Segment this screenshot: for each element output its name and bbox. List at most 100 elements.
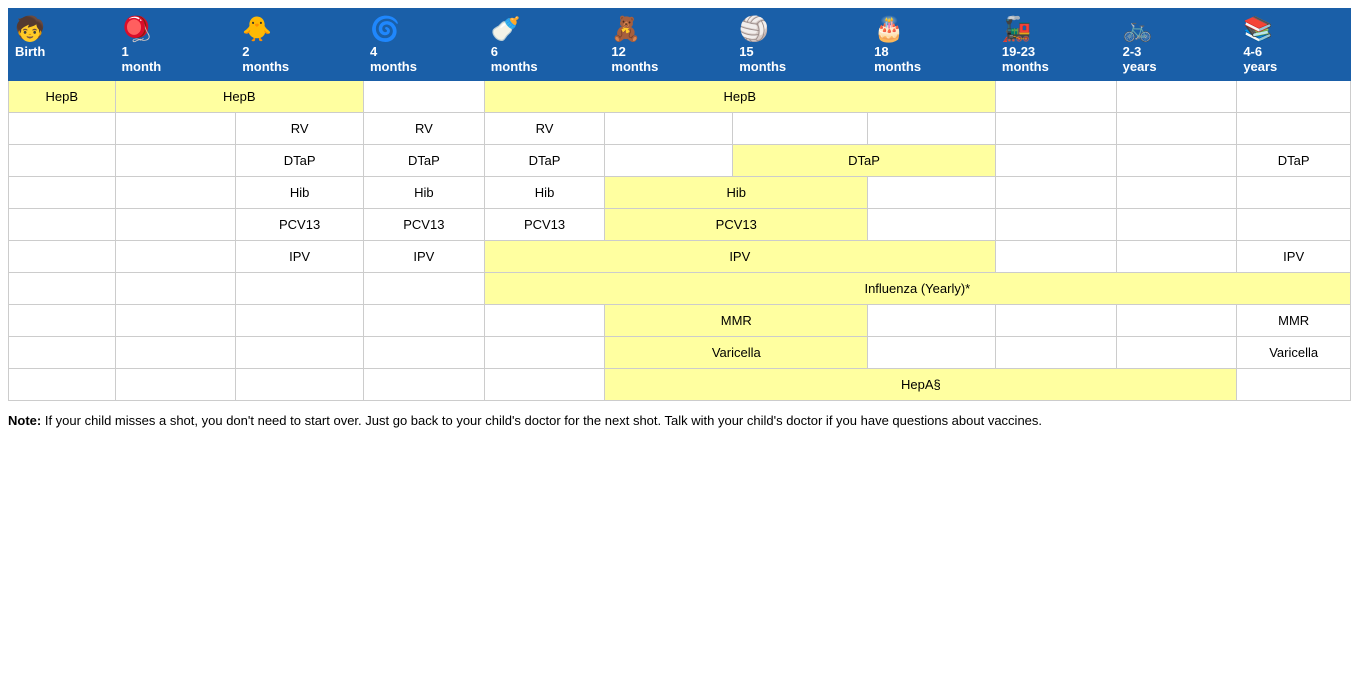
pcv13-46yr-empty: [1237, 209, 1351, 241]
header-4mo-label: months: [370, 59, 417, 74]
rv-12mo-empty: [605, 113, 733, 145]
mmr-span-label: MMR: [721, 313, 752, 328]
varicella-birth-empty: [9, 337, 116, 369]
ipv-row: IPV IPV IPV IPV: [9, 241, 1351, 273]
varicella-12-15mo: Varicella: [605, 337, 868, 369]
pcv13-6mo-label: PCV13: [524, 217, 565, 232]
hepa-row: HepA§: [9, 369, 1351, 401]
pcv13-1mo-empty: [115, 209, 236, 241]
2mo-icon: 🐥: [242, 15, 357, 44]
header-1923mo-label: months: [1002, 59, 1049, 74]
header-birth: 🧒 Birth: [9, 9, 116, 81]
hepb-46yr-empty: [1237, 81, 1351, 113]
varicella-23yr-empty: [1116, 337, 1237, 369]
pcv13-birth-empty: [9, 209, 116, 241]
header-23yr-label: years: [1123, 59, 1157, 74]
pcv13-18mo-empty: [868, 209, 996, 241]
hepa-4mo-empty: [364, 369, 485, 401]
hepb-birth: HepB: [9, 81, 116, 113]
dtap-12mo-empty: [605, 145, 733, 177]
rv-birth-empty: [9, 113, 116, 145]
footnote: Note: If your child misses a shot, you d…: [8, 411, 1351, 431]
mmr-6mo-empty: [484, 305, 605, 337]
mmr-1mo-empty: [115, 305, 236, 337]
rv-row: RV RV RV: [9, 113, 1351, 145]
dtap-span-label: DTaP: [848, 153, 880, 168]
pcv13-4mo-label: PCV13: [403, 217, 444, 232]
hib-2mo: Hib: [236, 177, 364, 209]
mmr-46yr: MMR: [1237, 305, 1351, 337]
ipv-2mo: IPV: [236, 241, 364, 273]
rv-2mo: RV: [236, 113, 364, 145]
header-1923mo: 🚂 19-23 months: [995, 9, 1116, 81]
header-23yr-num: 2-3: [1123, 44, 1142, 59]
dtap-1mo-empty: [115, 145, 236, 177]
varicella-1mo-empty: [115, 337, 236, 369]
pcv13-span-label: PCV13: [716, 217, 757, 232]
rv-1923mo-empty: [995, 113, 1116, 145]
header-1mo-num: 1: [122, 44, 129, 59]
hib-2mo-label: Hib: [290, 185, 310, 200]
pcv13-12-15mo: PCV13: [605, 209, 868, 241]
ipv-birth-empty: [9, 241, 116, 273]
varicella-6mo-empty: [484, 337, 605, 369]
varicella-span-label: Varicella: [712, 345, 761, 360]
dtap-46yr-label: DTaP: [1278, 153, 1310, 168]
dtap-2mo-label: DTaP: [284, 153, 316, 168]
hib-23yr-empty: [1116, 177, 1237, 209]
ipv-6-18mo: IPV: [484, 241, 995, 273]
12mo-icon: 🧸: [611, 15, 726, 44]
header-2mo-num: 2: [242, 44, 249, 59]
pcv13-1923mo-empty: [995, 209, 1116, 241]
dtap-4mo-label: DTaP: [408, 153, 440, 168]
hib-birth-empty: [9, 177, 116, 209]
18mo-icon: 🎂: [874, 15, 989, 44]
varicella-46yr-label: Varicella: [1269, 345, 1318, 360]
hepa-2mo-empty: [236, 369, 364, 401]
mmr-4mo-empty: [364, 305, 485, 337]
6mo-icon: 🍼: [491, 15, 599, 44]
hib-6mo-label: Hib: [535, 185, 555, 200]
note-label: Note:: [8, 413, 41, 428]
header-2mo-label: months: [242, 59, 289, 74]
hib-6mo: Hib: [484, 177, 605, 209]
header-1mo: 🪀 1 month: [115, 9, 236, 81]
ipv-46yr: IPV: [1237, 241, 1351, 273]
46yr-icon: 📚: [1243, 15, 1344, 44]
header-12mo: 🧸 12 months: [605, 9, 733, 81]
mmr-23yr-empty: [1116, 305, 1237, 337]
dtap-46yr: DTaP: [1237, 145, 1351, 177]
vaccine-schedule-table: 🧒 Birth 🪀 1 month 🐥 2 months 🌀 4 months …: [8, 8, 1351, 401]
pcv13-4mo: PCV13: [364, 209, 485, 241]
pcv13-row: PCV13 PCV13 PCV13 PCV13: [9, 209, 1351, 241]
ipv-span-label: IPV: [729, 249, 750, 264]
hib-4mo: Hib: [364, 177, 485, 209]
ipv-1923mo-empty: [995, 241, 1116, 273]
hepb-span-label: HepB: [223, 89, 256, 104]
influenza-row: Influenza (Yearly)*: [9, 273, 1351, 305]
influenza-birth-empty: [9, 273, 116, 305]
hepb-birth-label: HepB: [45, 89, 78, 104]
hepa-46yr-empty: [1237, 369, 1351, 401]
header-4mo-num: 4: [370, 44, 377, 59]
ipv-23yr-empty: [1116, 241, 1237, 273]
hepb-23yr-empty: [1116, 81, 1237, 113]
header-6mo-num: 6: [491, 44, 498, 59]
varicella-18mo-empty: [868, 337, 996, 369]
mmr-birth-empty: [9, 305, 116, 337]
rv-2mo-label: RV: [291, 121, 309, 136]
dtap-23yr-empty: [1116, 145, 1237, 177]
mmr-46yr-label: MMR: [1278, 313, 1309, 328]
pcv13-6mo: PCV13: [484, 209, 605, 241]
influenza-label: Influenza (Yearly)*: [864, 281, 970, 296]
dtap-row: DTaP DTaP DTaP DTaP DTaP: [9, 145, 1351, 177]
influenza-1mo-empty: [115, 273, 236, 305]
dtap-6mo-label: DTaP: [529, 153, 561, 168]
header-15mo: 🏐 15 months: [733, 9, 868, 81]
hepb-row: HepB HepB HepB: [9, 81, 1351, 113]
header-46yr: 📚 4-6 years: [1237, 9, 1351, 81]
1923mo-icon: 🚂: [1002, 15, 1110, 44]
15mo-icon: 🏐: [739, 15, 861, 44]
dtap-birth-empty: [9, 145, 116, 177]
header-18mo-num: 18: [874, 44, 888, 59]
